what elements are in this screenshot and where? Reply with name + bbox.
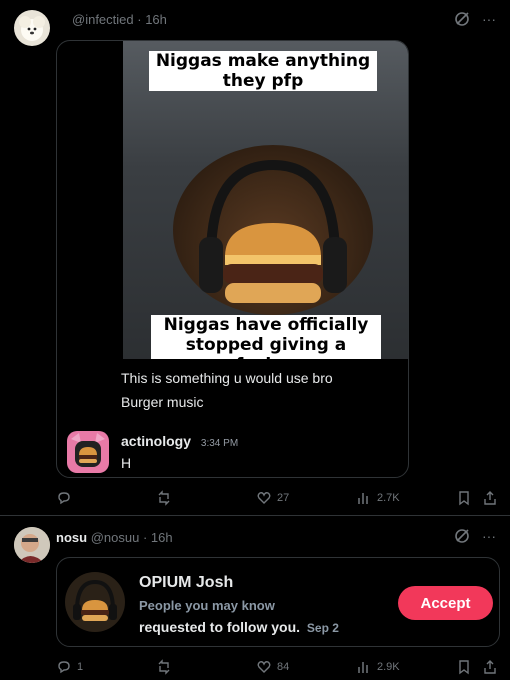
requester-name[interactable]: OPIUM Josh (139, 574, 233, 592)
action-bar: 1 84 2.9K (56, 657, 502, 677)
post-header: @infectied · 16h (72, 12, 167, 27)
share-button[interactable] (482, 659, 498, 675)
like-count: 27 (277, 492, 290, 504)
avatar-nosu[interactable] (14, 527, 50, 563)
like-button[interactable]: 27 (256, 490, 289, 506)
meme-image: Niggas make anything they pfp Niggas hav… (123, 41, 408, 359)
like-icon (257, 492, 271, 504)
avatar-infectied[interactable] (14, 10, 50, 46)
like-icon (257, 661, 271, 673)
bookmark-button[interactable] (456, 659, 472, 675)
reply-icon (58, 492, 70, 505)
reply-time: 3:34 PM (200, 438, 239, 449)
retweet-icon (158, 490, 170, 506)
cat-burger-avatar-icon (71, 433, 105, 467)
post-header: nosu @nosuu · 16h (56, 530, 173, 545)
view-count: 2.9K (377, 661, 400, 673)
more-icon[interactable]: ··· (482, 11, 496, 27)
views-button[interactable]: 2.9K (356, 659, 400, 675)
views-icon (358, 493, 368, 504)
caption-top: Niggas make anything they pfp (149, 51, 377, 91)
message-2: Burger music (121, 394, 204, 410)
retweet-button[interactable] (156, 659, 172, 675)
bookmark-icon (459, 491, 469, 506)
share-icon (484, 491, 496, 505)
retweet-button[interactable] (156, 490, 172, 506)
handle[interactable]: @nosuu (91, 530, 140, 545)
reply-button[interactable]: 1 (56, 659, 83, 675)
bookmark-button[interactable] (456, 490, 472, 506)
post-1[interactable]: @infectied · 16h ··· Niggas make anythin… (0, 0, 510, 516)
share-icon (484, 660, 496, 674)
view-count: 2.7K (377, 492, 400, 504)
headphones-burger-icon (199, 159, 347, 303)
request-line: requested to follow you. Sep 2 (139, 619, 339, 635)
reply-count: 1 (77, 661, 84, 673)
dog-avatar-icon (19, 16, 45, 41)
header-icons: ··· (454, 528, 496, 544)
like-button[interactable]: 84 (256, 659, 289, 675)
person-avatar-icon (14, 527, 50, 563)
burger-pfp (173, 145, 373, 315)
action-bar: 27 2.7K (56, 488, 502, 508)
request-date: Sep 2 (306, 621, 339, 635)
post-2[interactable]: nosu @nosuu · 16h ··· OPIUM Josh People … (0, 517, 510, 680)
reply-username[interactable]: actinology (121, 433, 191, 449)
handle[interactable]: @infectied (72, 12, 134, 27)
reply-text: H (121, 455, 132, 471)
burger-headphones-icon (73, 579, 117, 621)
follow-request-card[interactable]: OPIUM Josh People you may know requested… (56, 557, 500, 647)
reply-avatar (67, 431, 109, 473)
share-button[interactable] (482, 490, 498, 506)
bookmark-icon (459, 660, 469, 675)
retweet-icon (158, 659, 170, 675)
message-1: This is something u would use bro (121, 370, 333, 386)
timestamp[interactable]: 16h (151, 530, 173, 545)
requester-subtitle: People you may know (139, 598, 275, 613)
accept-button[interactable]: Accept (398, 586, 493, 620)
header-icons: ··· (454, 11, 496, 27)
grok-icon[interactable] (454, 11, 470, 27)
caption-bottom: Niggas have officially stopped giving a … (151, 315, 381, 359)
grok-icon[interactable] (454, 528, 470, 544)
views-button[interactable]: 2.7K (356, 490, 400, 506)
request-text: requested to follow you. (139, 619, 301, 635)
reply-button[interactable] (56, 490, 72, 506)
requester-avatar (65, 572, 125, 632)
more-icon[interactable]: ··· (482, 528, 496, 544)
reply-username-line: actinology 3:34 PM (121, 433, 238, 449)
like-count: 84 (277, 661, 290, 673)
reply-icon (58, 661, 70, 674)
display-name[interactable]: nosu (56, 530, 87, 545)
views-icon (358, 662, 368, 673)
quoted-image-card[interactable]: Niggas make anything they pfp Niggas hav… (56, 40, 409, 478)
timestamp[interactable]: 16h (145, 12, 167, 27)
